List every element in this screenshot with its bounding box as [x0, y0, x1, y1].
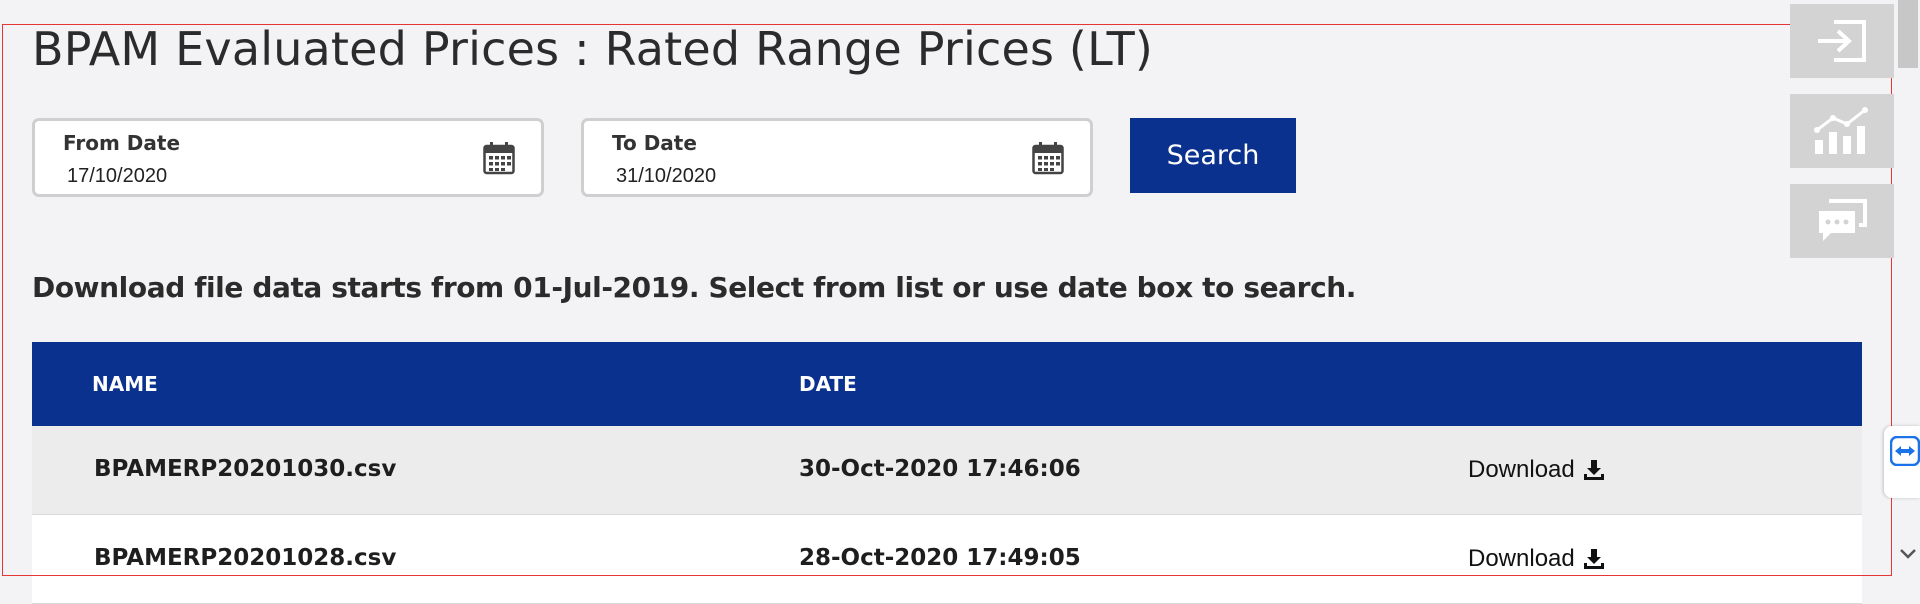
login-icon — [1818, 20, 1866, 62]
chart-button[interactable] — [1790, 94, 1894, 168]
download-icon — [1583, 549, 1604, 569]
file-date: 30-Oct-2020 17:46:06 — [799, 456, 1081, 482]
login-button[interactable] — [1790, 4, 1894, 78]
download-link[interactable]: Download — [1468, 456, 1605, 484]
scrollbar-thumb[interactable] — [1898, 0, 1918, 68]
to-date-field[interactable]: To Date 31/10/2020 — [581, 118, 1093, 197]
calendar-icon[interactable] — [483, 141, 515, 175]
chat-icon — [1819, 199, 1867, 241]
scrollbar-track[interactable] — [1896, 0, 1920, 603]
to-date-label: To Date — [612, 131, 697, 155]
file-date: 28-Oct-2020 17:49:05 — [799, 545, 1081, 571]
from-date-label: From Date — [63, 131, 181, 155]
file-name: BPAMERP20201030.csv — [94, 456, 397, 482]
from-date-value[interactable]: 17/10/2020 — [67, 165, 167, 188]
download-label: Download — [1468, 456, 1575, 483]
search-button[interactable]: Search — [1130, 118, 1296, 193]
header-name: NAME — [92, 372, 158, 396]
download-link[interactable]: Download — [1468, 545, 1605, 573]
header-date: DATE — [799, 372, 857, 396]
file-name: BPAMERP20201028.csv — [94, 545, 397, 571]
download-label: Download — [1468, 545, 1575, 572]
remote-support-icon — [1890, 436, 1920, 466]
table-header: NAME DATE — [32, 342, 1862, 426]
info-text: Download file data starts from 01-Jul-20… — [32, 271, 1357, 304]
table-row: BPAMERP20201028.csv 28-Oct-2020 17:49:05… — [32, 515, 1862, 604]
chart-icon — [1814, 107, 1868, 154]
page-title: BPAM Evaluated Prices : Rated Range Pric… — [32, 22, 1154, 76]
from-date-field[interactable]: From Date 17/10/2020 — [32, 118, 544, 197]
calendar-icon[interactable] — [1032, 141, 1064, 175]
remote-support-tab[interactable] — [1884, 426, 1920, 498]
files-table: NAME DATE BPAMERP20201030.csv 30-Oct-202… — [32, 342, 1862, 604]
download-icon — [1583, 460, 1604, 480]
to-date-value[interactable]: 31/10/2020 — [616, 165, 716, 188]
table-row: BPAMERP20201030.csv 30-Oct-2020 17:46:06… — [32, 426, 1862, 515]
chat-button[interactable] — [1790, 184, 1894, 258]
scroll-down-icon[interactable] — [1898, 540, 1918, 570]
